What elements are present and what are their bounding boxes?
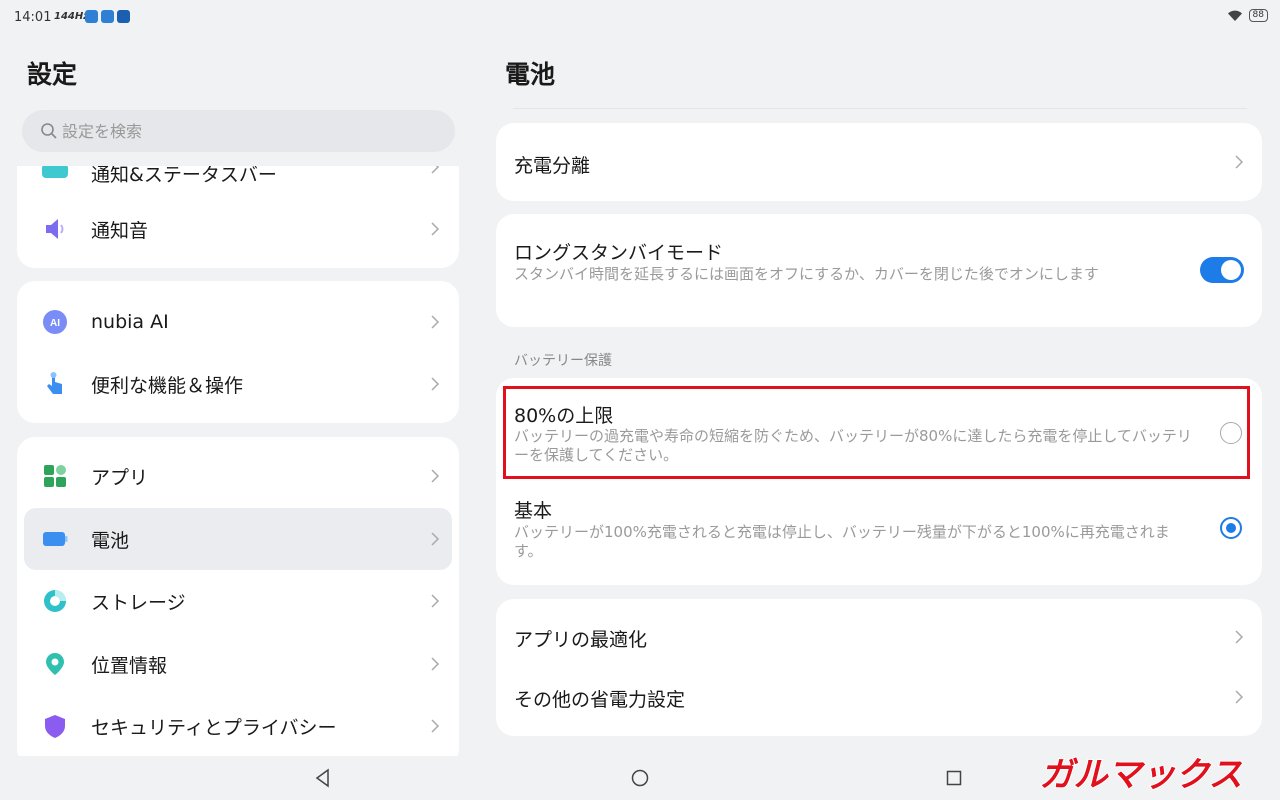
notification-icons bbox=[85, 10, 130, 23]
long-standby-title: ロングスタンバイモード bbox=[514, 242, 724, 264]
status-right: 88 bbox=[1227, 9, 1268, 22]
sidebar-item-security[interactable]: セキュリティとプライバシー bbox=[24, 695, 452, 756]
page-title: 設定 bbox=[27, 60, 78, 89]
settings-list[interactable]: 通知&ステータスバー 通知音 AI nubia AI 便利な機能＆操作 アプリ bbox=[0, 166, 480, 756]
apps-icon bbox=[44, 465, 66, 487]
sidebar-item-label: アプリ bbox=[91, 466, 149, 489]
settings-card: アプリ 電池 ストレージ 位置情報 セキュリティとプライバシー bbox=[17, 437, 459, 756]
sidebar-item-label: 電池 bbox=[91, 529, 130, 552]
battery-icon bbox=[43, 532, 68, 546]
chevron-right-icon bbox=[431, 594, 440, 608]
sidebar-item-notifications[interactable]: 通知&ステータスバー bbox=[24, 166, 452, 198]
settings-card: 通知&ステータスバー 通知音 bbox=[17, 166, 459, 268]
option-title: 基本 bbox=[514, 500, 553, 522]
svg-text:AI: AI bbox=[50, 318, 60, 329]
notification-bar-icon bbox=[42, 166, 68, 178]
notification-icon bbox=[117, 10, 130, 23]
annotation-highlight bbox=[503, 386, 1250, 479]
chevron-right-icon bbox=[431, 222, 440, 236]
chevron-right-icon bbox=[1235, 155, 1244, 169]
storage-icon bbox=[44, 590, 66, 612]
sidebar-item-storage[interactable]: ストレージ bbox=[24, 570, 452, 632]
gesture-icon bbox=[47, 372, 62, 394]
radio-basic[interactable] bbox=[1220, 517, 1242, 539]
sidebar-item-label: ストレージ bbox=[91, 591, 186, 614]
chevron-right-icon bbox=[431, 377, 440, 391]
sidebar-item-battery[interactable]: 電池 bbox=[24, 508, 452, 570]
back-icon[interactable] bbox=[311, 766, 335, 790]
notification-icon bbox=[85, 10, 98, 23]
long-standby-card: ロングスタンバイモード スタンバイ時間を延長するには画面をオフにするか、カバーを… bbox=[496, 214, 1262, 327]
search-icon bbox=[41, 123, 57, 139]
long-standby-toggle[interactable] bbox=[1200, 257, 1244, 283]
chevron-right-icon bbox=[431, 657, 440, 671]
charge-separation-card[interactable]: 充電分離 bbox=[496, 123, 1262, 201]
svg-text:ガルマックス: ガルマックス bbox=[1040, 756, 1243, 794]
watermark-logo: ガルマックス bbox=[1039, 755, 1244, 795]
home-icon[interactable] bbox=[628, 766, 652, 790]
other-power-saving-row[interactable]: その他の省電力設定 bbox=[496, 667, 1262, 727]
recents-icon[interactable] bbox=[942, 766, 966, 790]
speaker-icon bbox=[46, 219, 64, 239]
sidebar-item-label: nubia AI bbox=[91, 311, 169, 333]
shield-icon bbox=[45, 715, 65, 738]
sidebar-item-label: 位置情報 bbox=[91, 654, 168, 677]
settings-card: AI nubia AI 便利な機能＆操作 bbox=[17, 281, 459, 423]
sidebar-item-features[interactable]: 便利な機能＆操作 bbox=[24, 353, 452, 415]
app-optimization-label: アプリの最適化 bbox=[514, 629, 648, 651]
refresh-rate-indicator: 144Hz bbox=[54, 11, 90, 22]
search-bar[interactable] bbox=[22, 110, 455, 152]
battery-level-indicator: 88 bbox=[1248, 9, 1268, 22]
detail-title: 電池 bbox=[505, 60, 556, 89]
chevron-right-icon bbox=[431, 719, 440, 733]
sidebar-item-label: 通知&ステータスバー bbox=[91, 166, 277, 186]
chevron-right-icon bbox=[431, 469, 440, 483]
location-icon bbox=[46, 653, 64, 675]
status-bar: 14:01 144Hz 88 bbox=[0, 0, 1280, 36]
section-header-battery-protection: バッテリー保護 bbox=[514, 353, 612, 369]
ai-icon: AI bbox=[43, 310, 67, 334]
app-optimization-row[interactable]: アプリの最適化 bbox=[496, 607, 1262, 667]
chevron-right-icon bbox=[1235, 630, 1244, 644]
chevron-right-icon bbox=[1235, 690, 1244, 704]
sidebar-item-nubia-ai[interactable]: AI nubia AI bbox=[24, 291, 452, 353]
chevron-right-icon bbox=[431, 532, 440, 546]
status-time: 14:01 bbox=[14, 10, 52, 25]
sidebar-item-label: 便利な機能＆操作 bbox=[91, 374, 244, 397]
search-input[interactable] bbox=[62, 121, 422, 141]
sidebar-item-location[interactable]: 位置情報 bbox=[24, 633, 452, 695]
chevron-right-icon bbox=[431, 166, 440, 174]
sidebar-item-label: セキュリティとプライバシー bbox=[91, 716, 337, 739]
sidebar-item-apps[interactable]: アプリ bbox=[24, 445, 452, 507]
notification-icon bbox=[101, 10, 114, 23]
long-standby-description: スタンバイ時間を延長するには画面をオフにするか、カバーを閉じた後でオンにします bbox=[514, 265, 1099, 283]
option-basic[interactable]: 基本 バッテリーが100%充電されると充電は停止し、バッテリー残量が下がると10… bbox=[496, 478, 1262, 578]
other-power-saving-label: その他の省電力設定 bbox=[514, 689, 686, 711]
sidebar-item-sound[interactable]: 通知音 bbox=[24, 198, 452, 260]
charge-separation-label: 充電分離 bbox=[514, 155, 591, 177]
option-description: バッテリーが100%充電されると充電は停止し、バッテリー残量が下がると100%に… bbox=[514, 523, 1170, 560]
sidebar-item-label: 通知音 bbox=[91, 219, 149, 242]
wifi-icon bbox=[1227, 10, 1242, 21]
power-settings-card: アプリの最適化 その他の省電力設定 bbox=[496, 599, 1262, 736]
chevron-right-icon bbox=[431, 315, 440, 329]
divider bbox=[513, 108, 1247, 109]
